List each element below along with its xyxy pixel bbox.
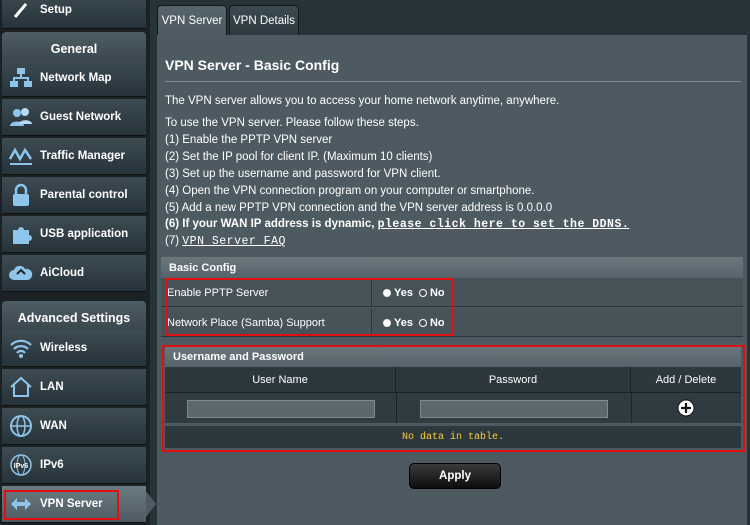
- sidebar-item-traffic-manager[interactable]: Traffic Manager: [2, 138, 146, 175]
- basic-config-header: Basic Config: [161, 257, 743, 278]
- step-5: (5) Add a new PPTP VPN connection and th…: [165, 202, 553, 214]
- traffic-manager-icon: [8, 143, 34, 169]
- vpn-faq-link[interactable]: VPN Server FAQ: [182, 235, 286, 248]
- tab-vpn-server[interactable]: VPN Server: [157, 5, 227, 35]
- main-panel: VPN Server - Basic Config The VPN server…: [157, 35, 747, 525]
- sidebar-item-lan[interactable]: LAN: [2, 369, 146, 406]
- step-2: (2) Set the IP pool for client IP. (Maxi…: [165, 151, 433, 163]
- sidebar-item-parental-control[interactable]: Parental control: [2, 177, 146, 214]
- sidebar-item-label: Setup: [40, 4, 72, 16]
- sidebar-item-label: Wireless: [40, 342, 88, 354]
- sidebar-item-label: Guest Network: [40, 111, 122, 123]
- sidebar-item-label: Parental control: [40, 189, 128, 201]
- sidebar-item-label: AiCloud: [40, 267, 85, 279]
- steps-intro: To use the VPN server. Please follow the…: [165, 117, 419, 129]
- step-3: (3) Set up the username and password for…: [165, 168, 441, 180]
- page-title: VPN Server - Basic Config: [165, 57, 340, 73]
- sidebar-item-wireless[interactable]: Wireless: [2, 330, 146, 367]
- svg-text:IPv6: IPv6: [14, 463, 29, 470]
- title-divider: [165, 81, 741, 82]
- sidebar-item-label: Network Map: [40, 72, 112, 84]
- users-table-highlight: [162, 345, 745, 452]
- intro-text: The VPN server allows you to access your…: [165, 95, 560, 107]
- sidebar-item-setup[interactable]: Setup: [2, 0, 146, 29]
- sidebar-item-label: LAN: [40, 381, 64, 393]
- sidebar-item-label: USB application: [40, 228, 129, 240]
- ipv6-icon: IPv6: [8, 452, 34, 478]
- network-map-icon: [8, 65, 34, 91]
- step-7: (7) VPN Server FAQ: [165, 235, 286, 248]
- ddns-link[interactable]: please click here to set the DDNS.: [378, 218, 630, 231]
- wand-icon: [8, 0, 34, 23]
- sidebar-item-ipv6[interactable]: IPv6 IPv6: [2, 447, 146, 484]
- step-6: (6) If your WAN IP address is dynamic, p…: [165, 218, 629, 231]
- sidebar-item-guest-network[interactable]: Guest Network: [2, 99, 146, 136]
- step-1: (1) Enable the PPTP VPN server: [165, 134, 333, 146]
- wifi-icon: [8, 335, 34, 361]
- home-icon: [8, 374, 34, 400]
- apply-button[interactable]: Apply: [409, 463, 501, 489]
- sidebar: Setup General Network Map Guest Network …: [0, 0, 150, 525]
- sidebar-item-label: Traffic Manager: [40, 150, 125, 162]
- sidebar-item-wan[interactable]: WAN: [2, 408, 146, 445]
- sidebar-item-label: IPv6: [40, 459, 64, 471]
- sidebar-item-usb-application[interactable]: USB application: [2, 216, 146, 253]
- active-item-arrow: [146, 491, 156, 517]
- vpn-server-highlight: [4, 490, 119, 520]
- sidebar-item-label: WAN: [40, 420, 67, 432]
- tab-vpn-details[interactable]: VPN Details: [229, 5, 299, 35]
- lock-icon: [8, 182, 34, 208]
- globe-icon: [8, 413, 34, 439]
- step-4: (4) Open the VPN connection program on y…: [165, 185, 535, 197]
- sidebar-item-aicloud[interactable]: AiCloud: [2, 255, 146, 292]
- basic-config-highlight: [166, 278, 454, 336]
- guest-network-icon: [8, 104, 34, 130]
- step-6-text: (6) If your WAN IP address is dynamic,: [165, 218, 375, 230]
- puzzle-icon: [8, 221, 34, 247]
- step-7-text: (7): [165, 235, 180, 247]
- cloud-icon: [8, 260, 34, 286]
- sidebar-item-network-map[interactable]: Network Map: [2, 60, 146, 97]
